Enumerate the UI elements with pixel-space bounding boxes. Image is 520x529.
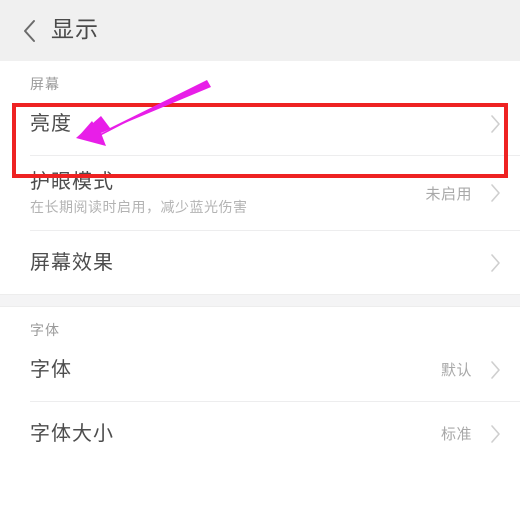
row-text-group: 屏幕效果: [30, 250, 488, 275]
row-text-group: 护眼模式 在长期阅读时启用，减少蓝光伤害: [30, 169, 425, 217]
chevron-right-icon: [488, 182, 502, 204]
row-text-group: 字体: [30, 357, 441, 382]
setting-row-eye-care[interactable]: 护眼模式 在长期阅读时启用，减少蓝光伤害 未启用: [0, 156, 520, 230]
setting-row-brightness[interactable]: 亮度: [0, 92, 520, 155]
chevron-left-icon: [22, 18, 37, 44]
row-title: 字体: [30, 357, 72, 381]
row-value: 未启用: [425, 184, 472, 203]
section-header-screen: 屏幕: [30, 77, 60, 93]
row-title: 屏幕效果: [30, 250, 114, 274]
setting-row-font[interactable]: 字体 默认: [0, 338, 520, 401]
chevron-right-icon: [488, 423, 502, 445]
settings-list: 屏幕 亮度 护眼模式 在长期阅读时启用，减少蓝光伤害 未启用 屏幕效果 字体 字…: [0, 61, 520, 529]
page-title: 显示: [51, 17, 99, 43]
row-value: 默认: [440, 361, 472, 379]
row-text-group: 字体大小: [30, 421, 441, 446]
back-button[interactable]: [14, 11, 44, 51]
chevron-right-icon: [488, 113, 502, 135]
row-title: 护眼模式: [30, 168, 114, 193]
section-header-font: 字体: [30, 323, 60, 339]
row-title: 字体大小: [30, 421, 114, 445]
chevron-right-icon: [488, 359, 502, 381]
setting-row-font-size[interactable]: 字体大小 标准: [0, 402, 520, 465]
app-bar: 显示: [0, 0, 520, 61]
row-text-group: 亮度: [30, 111, 488, 136]
display-settings-screen: 显示 屏幕 亮度 护眼模式 在长期阅读时启用，减少蓝光伤害 未启用 屏幕效果 字…: [0, 0, 520, 529]
row-subtitle: 在长期阅读时启用，减少蓝光伤害: [30, 199, 248, 216]
setting-row-screen-effects[interactable]: 屏幕效果: [0, 231, 520, 294]
section-separator: [0, 294, 520, 307]
chevron-right-icon: [488, 252, 502, 274]
row-value: 标准: [440, 425, 472, 443]
row-title: 亮度: [30, 111, 72, 135]
